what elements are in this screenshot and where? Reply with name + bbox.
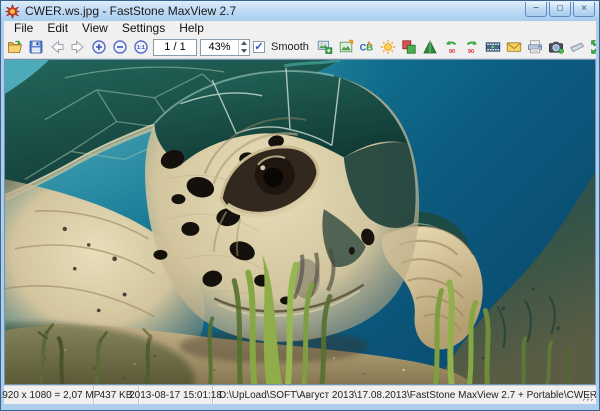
window-title: CWER.ws.jpg - FastStone MaxView 2.7 (25, 4, 525, 18)
window-controls: − □ × (525, 2, 595, 17)
menu-edit[interactable]: Edit (40, 21, 75, 36)
svg-text:1:1: 1:1 (137, 45, 145, 51)
smooth-checkbox[interactable]: ✓ (253, 41, 265, 53)
adjust-lighting-button[interactable] (379, 37, 397, 57)
email-button[interactable] (505, 37, 523, 57)
arrow-right-icon (70, 39, 86, 55)
envelope-icon (506, 39, 522, 55)
image-canvas[interactable] (4, 59, 596, 385)
save-button[interactable] (27, 37, 45, 57)
previous-file-button[interactable] (48, 37, 66, 57)
svg-text:90: 90 (449, 49, 455, 55)
zoom-level-value: 43% (201, 40, 238, 55)
turtle-photo (5, 60, 595, 384)
zoom-spin-down-button[interactable] (239, 47, 249, 55)
fullscreen-button[interactable] (589, 37, 596, 57)
actual-size-button[interactable]: 1:1 (132, 37, 150, 57)
save-icon (28, 39, 44, 55)
scanner-icon (569, 39, 585, 55)
resize-grip[interactable] (582, 390, 595, 403)
resize-icon (338, 39, 354, 55)
menu-settings[interactable]: Settings (115, 21, 172, 36)
menu-help[interactable]: Help (172, 21, 211, 36)
status-bar: 1920 x 1080 = 2,07 MP 437 KB 2013-08-17 … (4, 385, 596, 404)
zoom-out-button[interactable] (111, 37, 129, 57)
rotate-right-icon: 90 (464, 39, 480, 55)
status-file-path: D:\UpLoad\SOFT\Август 2013\17.08.2013\Fa… (213, 386, 596, 404)
actual-size-icon: 1:1 (133, 39, 149, 55)
app-logo-icon (5, 4, 20, 19)
zoom-spinner (238, 40, 249, 55)
resize-button[interactable] (337, 37, 355, 57)
status-timestamp: 2013-08-17 15:01:18 (139, 386, 213, 404)
zoom-level-box[interactable]: 43% (200, 39, 250, 56)
camera-icon (548, 39, 564, 55)
slideshow-button[interactable] (484, 37, 502, 57)
minimize-button[interactable]: − (525, 2, 547, 17)
zoom-out-icon (112, 39, 128, 55)
title-bar: CWER.ws.jpg - FastStone MaxView 2.7 − □ … (1, 1, 599, 21)
filmstrip-icon (485, 39, 501, 55)
scan-button[interactable] (568, 37, 586, 57)
printer-icon (527, 39, 543, 55)
open-button[interactable] (6, 37, 24, 57)
color-swatches-icon (401, 39, 417, 55)
next-file-button[interactable] (69, 37, 87, 57)
zoom-in-icon (91, 39, 107, 55)
svg-text:90: 90 (468, 49, 474, 55)
close-button[interactable]: × (573, 2, 595, 17)
screen-capture-button[interactable] (547, 37, 565, 57)
sun-icon (380, 39, 396, 55)
menu-view[interactable]: View (75, 21, 115, 36)
clipboard-icon: CB (359, 39, 375, 55)
arrow-left-icon (49, 39, 65, 55)
image-plus-icon (317, 39, 333, 55)
triangle-icon (422, 39, 438, 55)
status-dimensions: 1920 x 1080 = 2,07 MP (4, 386, 94, 404)
client-area: File Edit View Settings Help 1:1 1 / 1 4… (4, 21, 596, 404)
rotate-left-button[interactable]: 90 (442, 37, 460, 57)
open-folder-icon (7, 39, 23, 55)
fullscreen-icon (590, 39, 596, 55)
print-button[interactable] (526, 37, 544, 57)
browse-button[interactable] (316, 37, 334, 57)
zoom-spin-up-button[interactable] (239, 40, 249, 48)
maximize-button[interactable]: □ (549, 2, 571, 17)
sharpen-button[interactable] (421, 37, 439, 57)
copy-to-clipboard-button[interactable]: CB (358, 37, 376, 57)
menu-bar: File Edit View Settings Help (4, 21, 596, 36)
toolbar: 1:1 1 / 1 43% ✓ Smooth CB 90 90 (4, 36, 596, 59)
page-indicator[interactable]: 1 / 1 (153, 39, 197, 56)
rotate-right-button[interactable]: 90 (463, 37, 481, 57)
rotate-left-icon: 90 (443, 39, 459, 55)
zoom-in-button[interactable] (90, 37, 108, 57)
smooth-label: Smooth (271, 41, 309, 53)
app-window: CWER.ws.jpg - FastStone MaxView 2.7 − □ … (0, 0, 600, 411)
adjust-colors-button[interactable] (400, 37, 418, 57)
menu-file[interactable]: File (7, 21, 40, 36)
